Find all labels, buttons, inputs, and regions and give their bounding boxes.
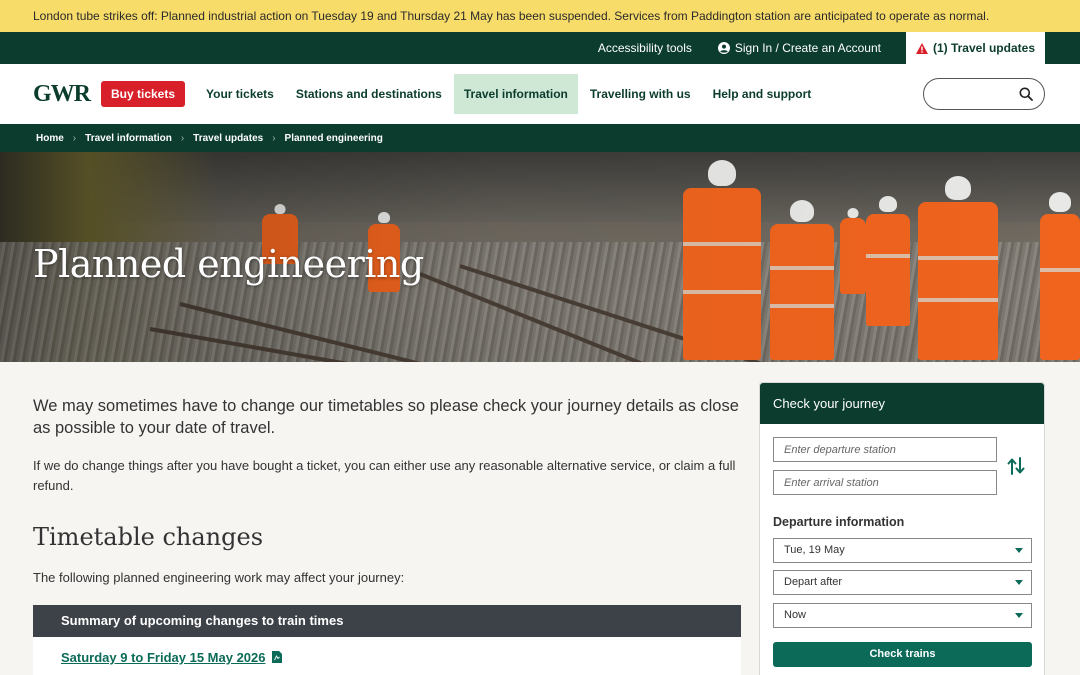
chevron-down-icon — [1015, 613, 1023, 618]
summary-title: Summary of upcoming changes to train tim… — [33, 605, 741, 637]
breadcrumb-travel-information[interactable]: Travel information — [85, 133, 172, 144]
buy-tickets-button[interactable]: Buy tickets — [101, 81, 186, 107]
breadcrumb-separator: › — [72, 132, 77, 144]
summary-panel: Summary of upcoming changes to train tim… — [33, 605, 741, 675]
refund-text: If we do change things after you have bo… — [33, 458, 736, 493]
user-icon — [717, 42, 730, 54]
nav-travel-information[interactable]: Travel information — [453, 74, 578, 114]
breadcrumb: Home › Travel information › Travel updat… — [0, 124, 1080, 152]
main-nav: Your tickets Stations and destinations T… — [196, 64, 823, 124]
alert-text: London tube strikes off: Planned industr… — [33, 9, 990, 23]
departure-information-label: Departure information — [773, 515, 905, 529]
main-content: We may sometimes have to change our time… — [33, 395, 741, 675]
breadcrumb-current: Planned engineering — [284, 132, 383, 144]
time-value: Now — [784, 609, 807, 621]
breadcrumb-separator: › — [272, 132, 276, 144]
accessibility-tools-link[interactable]: Accessibility tools — [585, 32, 705, 64]
departure-station-input[interactable] — [773, 437, 997, 462]
depart-type-value: Depart after — [784, 576, 843, 588]
date-select[interactable]: Tue, 19 May — [773, 538, 1032, 563]
breadcrumb-travel-updates[interactable]: Travel updates — [193, 133, 263, 144]
nav-help-support[interactable]: Help and support — [703, 74, 822, 114]
logo-text: GWR — [33, 80, 91, 107]
widget-title: Check your journey — [760, 383, 1044, 424]
chevron-down-icon — [1015, 580, 1023, 585]
arrival-station-input[interactable] — [773, 470, 997, 495]
utility-bar: Accessibility tools Sign In / Create an … — [0, 32, 1080, 64]
hero-banner: Planned engineering — [0, 152, 1080, 362]
time-select[interactable]: Now — [773, 603, 1032, 628]
date-value: Tue, 19 May — [784, 544, 845, 556]
nav-stations-destinations[interactable]: Stations and destinations — [286, 74, 452, 114]
chevron-down-icon — [1015, 548, 1023, 553]
check-trains-button[interactable]: Check trains — [773, 642, 1032, 667]
breadcrumb-separator: › — [180, 132, 185, 144]
search-input[interactable] — [923, 78, 1045, 110]
summary-body: Saturday 9 to Friday 15 May 2026 — [33, 637, 741, 675]
summary-date-link[interactable]: Saturday 9 to Friday 15 May 2026 — [61, 650, 265, 665]
page-title: Planned engineering — [33, 242, 424, 286]
pdf-icon — [271, 651, 282, 663]
gwr-logo[interactable]: GWR — [33, 81, 91, 108]
travel-updates-label: (1) Travel updates — [932, 41, 1035, 55]
check-journey-widget: Check your journey Departure information… — [759, 382, 1045, 675]
warning-icon — [915, 42, 928, 54]
swap-icon[interactable] — [1007, 456, 1025, 476]
sign-in-label: Sign In / Create an Account — [734, 41, 881, 55]
site-header: GWR Buy tickets Your tickets Stations an… — [0, 64, 1080, 124]
breadcrumb-home[interactable]: Home — [36, 133, 64, 144]
accessibility-tools-label: Accessibility tools — [597, 41, 692, 55]
engineering-work-text: The following planned engineering work m… — [33, 570, 405, 585]
intro-text: We may sometimes have to change our time… — [33, 397, 739, 437]
depart-type-select[interactable]: Depart after — [773, 570, 1032, 595]
timetable-changes-heading: Timetable changes — [33, 523, 264, 551]
search-icon[interactable] — [1019, 87, 1033, 101]
sign-in-link[interactable]: Sign In / Create an Account — [705, 32, 894, 64]
nav-your-tickets[interactable]: Your tickets — [196, 74, 284, 114]
alert-banner: London tube strikes off: Planned industr… — [0, 0, 1080, 32]
travel-updates-link[interactable]: (1) Travel updates — [905, 32, 1045, 64]
nav-travelling-with-us[interactable]: Travelling with us — [580, 74, 701, 114]
